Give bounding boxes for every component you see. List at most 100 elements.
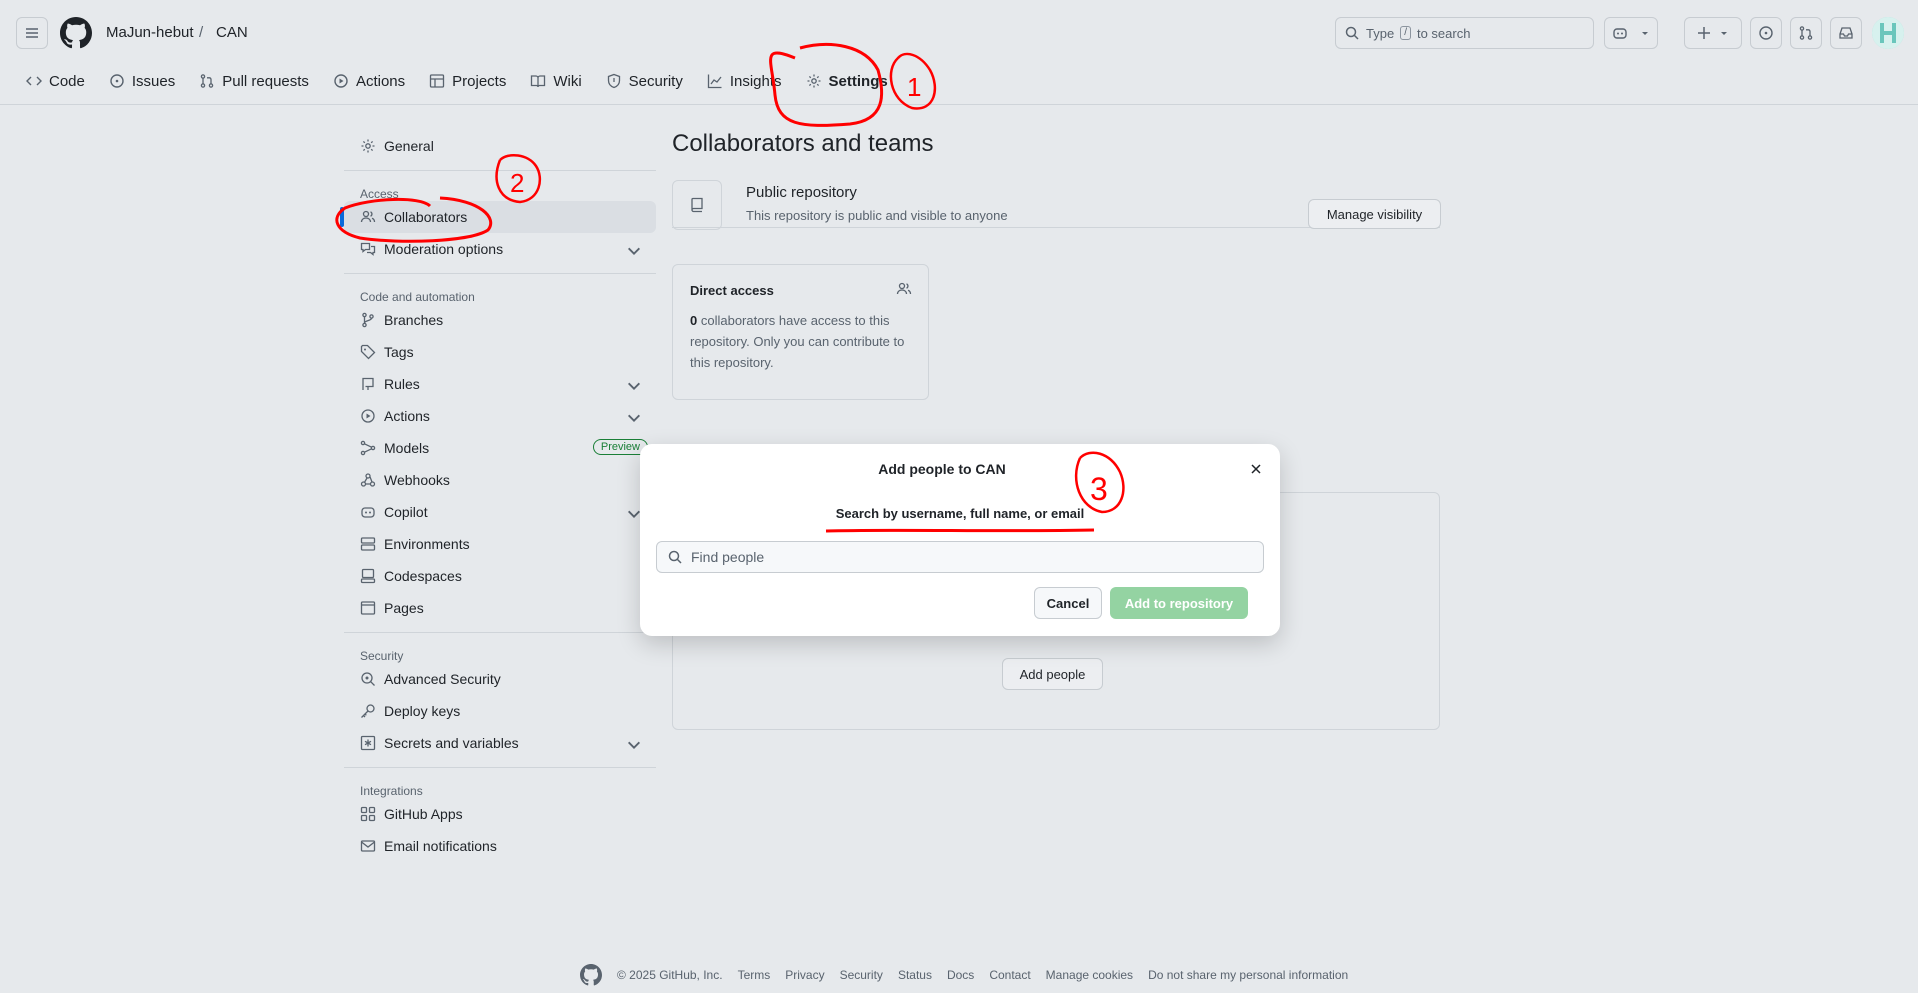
tab-security[interactable]: Security (596, 66, 693, 96)
search-shortcut-key: / (1400, 26, 1411, 40)
gear-icon (807, 74, 821, 88)
sidebar-item-tags[interactable]: Tags (344, 336, 656, 368)
footer-link-docs[interactable]: Docs (947, 968, 974, 982)
sidebar-item-label: General (384, 138, 434, 154)
sidebar-item-moderation[interactable]: Moderation options (344, 233, 656, 265)
pull-requests-button[interactable] (1790, 17, 1822, 49)
breadcrumb-separator: / (199, 24, 204, 41)
sidebar-item-actions[interactable]: Actions (344, 400, 656, 432)
chevron-down-icon (628, 414, 640, 422)
sidebar-item-pages[interactable]: Pages (344, 592, 656, 624)
sidebar-item-label: Email notifications (384, 838, 497, 854)
sidebar-item-collaborators[interactable]: Collaborators (340, 201, 656, 233)
sidebar-item-email-notifications[interactable]: Email notifications (344, 830, 656, 862)
pull-request-icon (200, 74, 214, 88)
add-to-repository-button[interactable]: Add to repository (1110, 587, 1248, 619)
visibility-row: Public repository This repository is pub… (672, 130, 1441, 230)
sidebar-item-deploy-keys[interactable]: Deploy keys (344, 695, 656, 727)
sidebar-item-label: Models (384, 440, 430, 456)
footer-link-do-not-share[interactable]: Do not share my personal information (1148, 968, 1348, 982)
public-repo-subtitle: This repository is public and visible to… (746, 208, 1008, 223)
copilot-button[interactable] (1604, 17, 1658, 49)
sidebar-item-label: GitHub Apps (384, 806, 463, 822)
tab-label: Wiki (553, 72, 582, 90)
sidebar-item-rules[interactable]: Rules (344, 368, 656, 400)
sidebar-item-copilot[interactable]: Copilot (344, 496, 656, 528)
breadcrumb-repo[interactable]: CAN (216, 24, 248, 41)
mail-icon (360, 840, 376, 852)
breadcrumb-owner[interactable]: MaJun-hebut (106, 24, 194, 41)
page-footer: © 2025 GitHub, Inc. Terms Privacy Securi… (580, 964, 1348, 986)
asterisk-icon (360, 735, 376, 751)
sidebar-divider (344, 767, 656, 768)
chevron-down-icon (628, 741, 640, 749)
tab-settings[interactable]: Settings (796, 66, 898, 96)
server-icon (360, 537, 376, 551)
sidebar-item-github-apps[interactable]: GitHub Apps (344, 798, 656, 830)
main-content: Collaborators and teams Public repositor… (672, 130, 1441, 230)
sidebar-item-models[interactable]: Models Preview (344, 432, 656, 464)
repo-icon-box (672, 180, 722, 230)
tab-code[interactable]: Code (16, 66, 95, 96)
chevron-down-icon (1721, 32, 1727, 35)
issue-icon (1759, 26, 1773, 40)
manage-visibility-button[interactable]: Manage visibility (1308, 199, 1441, 229)
sidebar-item-secrets[interactable]: Secrets and variables (344, 727, 656, 759)
direct-access-description: collaborators have access to this reposi… (690, 313, 905, 370)
tab-actions[interactable]: Actions (323, 66, 415, 96)
sidebar-item-label: Secrets and variables (384, 735, 519, 751)
sidebar-item-label: Collaborators (384, 209, 468, 225)
menu-button[interactable] (16, 17, 48, 49)
sidebar-group-security: Security (360, 649, 404, 663)
footer-link-terms[interactable]: Terms (738, 968, 771, 982)
find-people-input[interactable]: Find people (656, 541, 1264, 573)
tab-issues[interactable]: Issues (99, 66, 185, 96)
sidebar-item-advanced-security[interactable]: Advanced Security (344, 663, 656, 695)
sidebar-item-webhooks[interactable]: Webhooks (344, 464, 656, 496)
tab-projects[interactable]: Projects (419, 66, 516, 96)
issue-icon (110, 74, 124, 88)
issues-button[interactable] (1750, 17, 1782, 49)
sidebar-item-general[interactable]: General (344, 130, 656, 162)
search-suffix: to search (1416, 25, 1471, 41)
sidebar-item-branches[interactable]: Branches (344, 304, 656, 336)
tab-pull-requests[interactable]: Pull requests (189, 66, 319, 96)
github-logo-icon[interactable] (60, 17, 92, 49)
gear-icon (361, 139, 375, 153)
sidebar-divider (344, 170, 656, 171)
footer-link-security[interactable]: Security (840, 968, 883, 982)
sidebar-divider (344, 273, 656, 274)
sidebar-item-codespaces[interactable]: Codespaces (344, 560, 656, 592)
direct-access-text: 0 collaborators have access to this repo… (690, 310, 915, 373)
tab-label: Pull requests (222, 72, 309, 90)
repo-tabs: Code Issues Pull requests Actions Projec… (16, 66, 902, 102)
sidebar-item-label: Moderation options (384, 241, 504, 257)
tab-insights[interactable]: Insights (697, 66, 792, 96)
add-people-button[interactable]: Add people (1002, 658, 1103, 690)
webhook-icon (360, 473, 376, 487)
footer-link-status[interactable]: Status (898, 968, 932, 982)
footer-link-manage-cookies[interactable]: Manage cookies (1046, 968, 1133, 982)
sidebar-item-label: Tags (384, 344, 414, 360)
people-icon (360, 210, 376, 223)
user-avatar[interactable] (1872, 17, 1904, 49)
sidebar-item-label: Branches (384, 312, 444, 328)
footer-link-contact[interactable]: Contact (989, 968, 1030, 982)
tab-wiki[interactable]: Wiki (520, 66, 591, 96)
close-button[interactable] (1244, 457, 1268, 481)
graph-icon (707, 74, 722, 89)
cancel-button[interactable]: Cancel (1034, 587, 1102, 619)
sidebar-item-environments[interactable]: Environments (344, 528, 656, 560)
direct-access-title: Direct access (690, 283, 774, 298)
sidebar-item-label: Actions (384, 408, 430, 424)
add-people-dialog: Add people to CAN Search by username, fu… (640, 444, 1280, 636)
inbox-button[interactable] (1830, 17, 1862, 49)
footer-link-privacy[interactable]: Privacy (785, 968, 824, 982)
sidebar-item-label: Deploy keys (384, 703, 461, 719)
tab-label: Issues (131, 72, 176, 90)
create-new-button[interactable] (1684, 17, 1742, 49)
global-search-button[interactable]: Type / to search (1335, 17, 1594, 49)
chevron-down-icon (628, 382, 640, 390)
tab-label: Projects (452, 72, 507, 90)
comment-discussion-icon (360, 242, 376, 256)
